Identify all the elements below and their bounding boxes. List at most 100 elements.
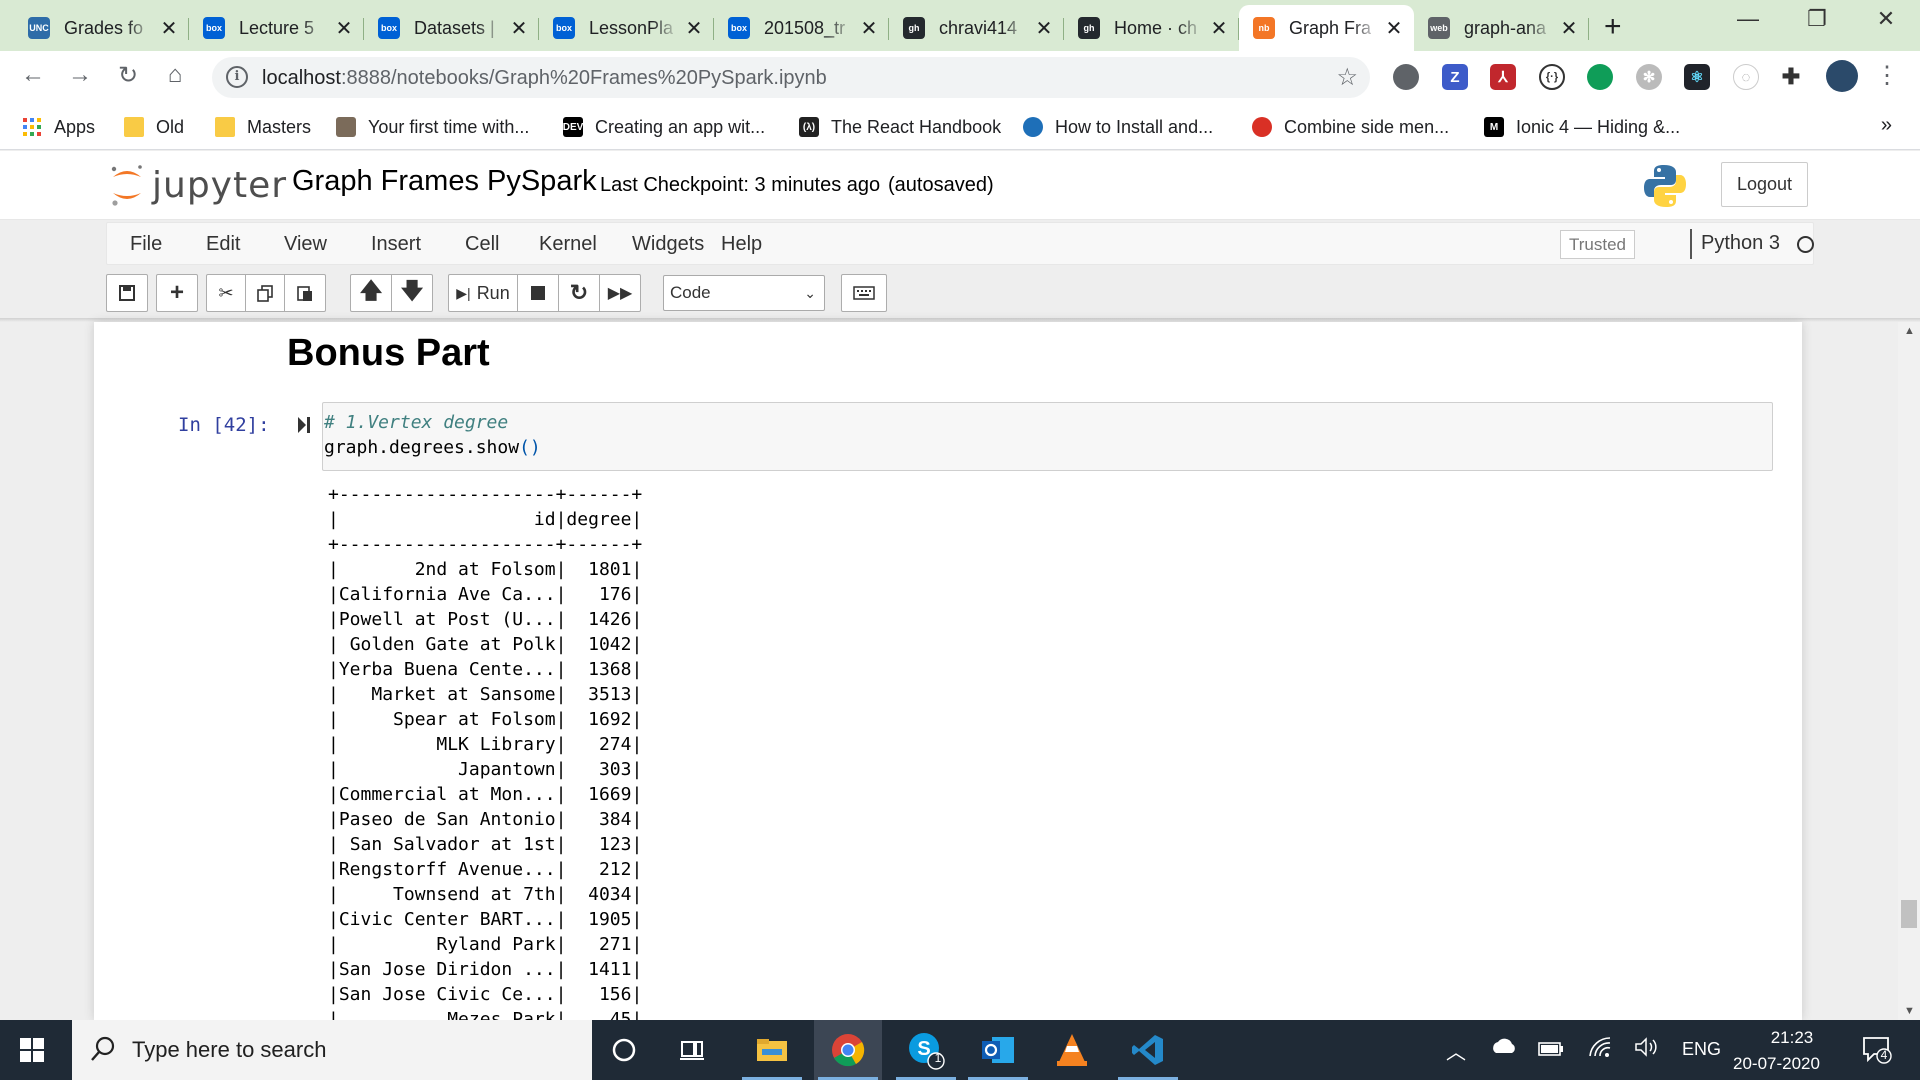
url-text[interactable]: localhost:8888/notebooks/Graph%20Frames%…	[262, 67, 827, 90]
taskbar-search-box[interactable]: Type here to search	[72, 1020, 592, 1080]
code-cell-input[interactable]: # 1.Vertex degree graph.degrees.show()	[322, 402, 1773, 471]
insert-cell-plus-icon[interactable]: +	[156, 274, 198, 312]
page-scrollbar[interactable]: ▲ ▼	[1898, 322, 1920, 1020]
back-arrow-icon[interactable]: ←	[16, 61, 50, 89]
cut-icon[interactable]: ✂	[206, 274, 246, 312]
bookmark-item[interactable]: (λ) The React Handbook	[799, 115, 1001, 139]
menu-cell[interactable]: Cell	[465, 233, 499, 256]
volume-icon[interactable]	[1634, 1037, 1660, 1062]
browser-tab[interactable]: box LessonPla ✕	[539, 5, 714, 51]
menu-insert[interactable]: Insert	[371, 233, 421, 256]
menu-view[interactable]: View	[284, 233, 327, 256]
browser-tab[interactable]: UNC Grades fo ✕	[14, 5, 189, 51]
logout-button[interactable]: Logout	[1721, 162, 1808, 207]
tray-overflow-chevron-icon[interactable]: ︿	[1446, 1036, 1466, 1065]
window-close-button[interactable]: ✕	[1866, 6, 1906, 32]
bookmark-item[interactable]: Your first time with...	[336, 115, 529, 139]
browser-tab[interactable]: gh Home · ch ✕	[1064, 5, 1239, 51]
chrome-menu-icon[interactable]: ⋮	[1870, 61, 1904, 90]
file-explorer-icon[interactable]	[738, 1020, 806, 1080]
bookmark-item[interactable]: Masters	[215, 115, 311, 139]
tab-close-icon[interactable]: ✕	[1209, 16, 1229, 41]
run-cell-icon[interactable]	[297, 416, 311, 434]
tab-close-icon[interactable]: ✕	[1034, 16, 1054, 41]
profile-avatar[interactable]	[1826, 60, 1858, 92]
menu-help[interactable]: Help	[721, 233, 762, 256]
input-language[interactable]: ENG	[1682, 1039, 1721, 1060]
clock-time[interactable]: 21:23	[1762, 1028, 1822, 1048]
wifi-icon[interactable]	[1588, 1036, 1612, 1063]
paste-icon[interactable]	[284, 274, 326, 312]
forward-arrow-icon[interactable]: →	[63, 61, 97, 89]
bookmark-item[interactable]: How to Install and...	[1023, 115, 1213, 139]
bookmark-item[interactable]: Combine side men...	[1252, 115, 1449, 139]
run-button[interactable]: ▶| Run	[448, 274, 518, 312]
bookmark-item[interactable]: Apps	[22, 115, 95, 139]
zotero-icon[interactable]: Z	[1442, 64, 1468, 90]
site-info-icon[interactable]: i	[226, 66, 248, 88]
vlc-icon[interactable]	[1038, 1020, 1106, 1080]
restart-kernel-icon[interactable]: ↻	[558, 274, 600, 312]
tab-close-icon[interactable]: ✕	[859, 16, 879, 41]
pdf-icon[interactable]: ⅄	[1490, 64, 1516, 90]
extensions-puzzle-icon[interactable]: ✚	[1778, 64, 1804, 90]
menu-widgets[interactable]: Widgets	[632, 233, 704, 256]
onedrive-cloud-icon[interactable]	[1490, 1037, 1518, 1060]
jupyter-logo[interactable]: jupyter	[110, 161, 287, 209]
bookmark-item[interactable]: M Ionic 4 — Hiding &...	[1484, 115, 1680, 139]
clock-date[interactable]: 20-07-2020	[1733, 1054, 1820, 1074]
menu-file[interactable]: File	[130, 233, 162, 256]
markdown-heading[interactable]: Bonus Part	[287, 332, 490, 375]
tab-close-icon[interactable]: ✕	[159, 16, 179, 41]
save-icon[interactable]	[106, 274, 148, 312]
scrollbar-thumb[interactable]	[1901, 900, 1917, 928]
menu-kernel[interactable]: Kernel	[539, 233, 597, 256]
reload-icon[interactable]: ↻	[111, 61, 145, 90]
browser-tab[interactable]: nb Graph Fra ✕	[1239, 5, 1414, 51]
keyboard-shortcuts-icon[interactable]	[841, 274, 887, 312]
browser-tab[interactable]: box 201508_tr ✕	[714, 5, 889, 51]
notification-center-icon[interactable]: 4	[1862, 1034, 1892, 1069]
trusted-indicator[interactable]: Trusted	[1560, 230, 1636, 259]
tab-close-icon[interactable]: ✕	[334, 16, 354, 41]
green-extension-icon[interactable]	[1587, 64, 1613, 90]
cell-type-select[interactable]: Code ⌄	[663, 275, 825, 311]
windows-start-icon[interactable]	[20, 1038, 44, 1062]
restart-run-all-icon[interactable]: ▶▶	[599, 274, 641, 312]
bookmarks-more-icon[interactable]: »	[1881, 114, 1892, 137]
extension-o-icon[interactable]: ◌	[1733, 64, 1759, 90]
scroll-up-arrow-icon[interactable]: ▲	[1904, 325, 1915, 337]
skype-icon[interactable]: S 1	[892, 1020, 960, 1080]
address-bar[interactable]: i localhost:8888/notebooks/Graph%20Frame…	[212, 57, 1370, 98]
interrupt-stop-icon[interactable]	[517, 274, 559, 312]
restore-button[interactable]: ❐	[1797, 6, 1837, 32]
tab-close-icon[interactable]: ✕	[1384, 16, 1404, 41]
copy-icon[interactable]	[245, 274, 285, 312]
notebook-title[interactable]: Graph Frames PySpark	[292, 165, 597, 198]
gear-extension-icon[interactable]: ✻	[1636, 64, 1662, 90]
menu-edit[interactable]: Edit	[206, 233, 240, 256]
react-devtools-icon[interactable]: ⚛	[1684, 64, 1710, 90]
scroll-down-arrow-icon[interactable]: ▼	[1904, 1005, 1915, 1017]
tab-close-icon[interactable]: ✕	[684, 16, 704, 41]
home-icon[interactable]: ⌂	[158, 61, 192, 89]
bookmark-item[interactable]: Old	[124, 115, 184, 139]
new-tab-button[interactable]: +	[1604, 10, 1622, 44]
move-down-arrow-icon[interactable]: 🡇	[391, 274, 433, 312]
outlook-icon[interactable]	[964, 1020, 1032, 1080]
tab-close-icon[interactable]: ✕	[509, 16, 529, 41]
kernel-name[interactable]: Python 3	[1701, 232, 1780, 255]
browser-tab[interactable]: box Datasets | ✕	[364, 5, 539, 51]
browser-tab[interactable]: gh chravi414 ✕	[889, 5, 1064, 51]
battery-icon[interactable]	[1538, 1040, 1564, 1061]
task-view-icon[interactable]	[658, 1020, 726, 1080]
minimize-button[interactable]: —	[1728, 6, 1768, 32]
browser-tab[interactable]: web graph-ana ✕	[1414, 5, 1589, 51]
tab-close-icon[interactable]: ✕	[1559, 16, 1579, 41]
chrome-taskbar-icon[interactable]	[814, 1020, 882, 1080]
bookmark-star-icon[interactable]: ☆	[1336, 63, 1358, 92]
devtools-extension-icon[interactable]: {·}	[1539, 64, 1565, 90]
bookmark-item[interactable]: DEV Creating an app wit...	[563, 115, 765, 139]
extension-circle-icon[interactable]	[1393, 64, 1419, 90]
browser-tab[interactable]: box Lecture 5 ✕	[189, 5, 364, 51]
